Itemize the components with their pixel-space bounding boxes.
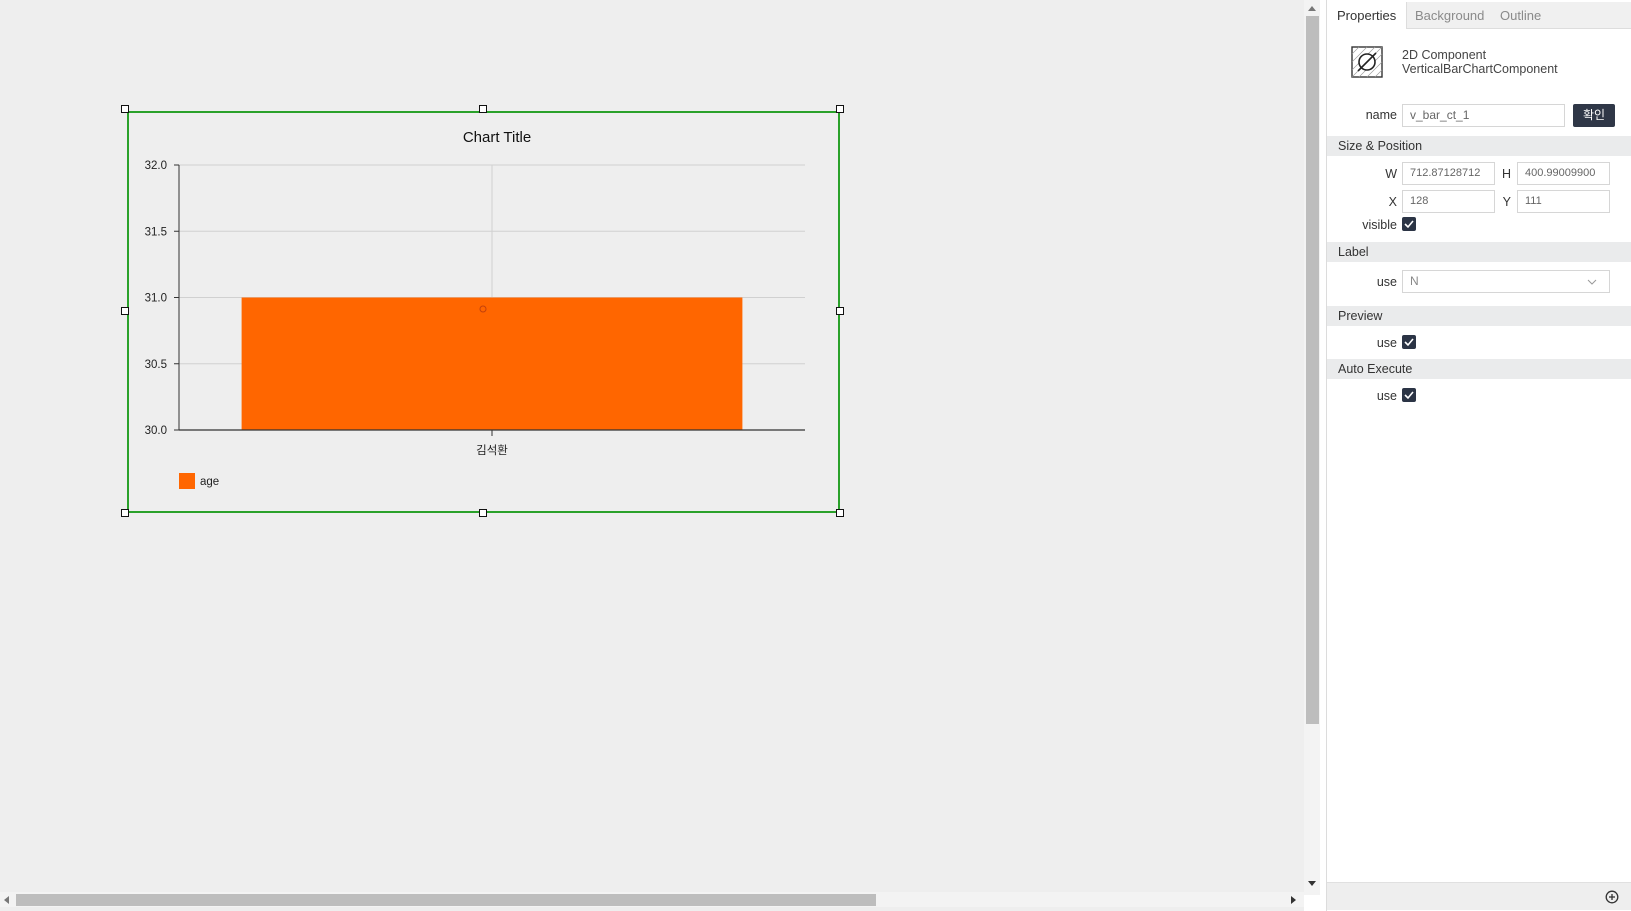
x-tick-label: 김석환: [476, 443, 508, 457]
bar: [241, 297, 743, 430]
preview-use-label: use: [1376, 336, 1397, 350]
y-input[interactable]: 111: [1517, 190, 1610, 213]
horizontal-scrollbar[interactable]: [0, 892, 1304, 907]
vertical-scrollbar[interactable]: [1304, 0, 1320, 895]
resize-handle-top-middle[interactable]: [479, 105, 487, 113]
resize-handle-bottom-left[interactable]: [121, 509, 129, 517]
properties-panel: Properties Background Outline 2D Compone…: [1326, 0, 1631, 911]
label-use-select[interactable]: N: [1402, 270, 1610, 293]
section-size-position: Size & Position: [1327, 136, 1631, 156]
label-use-label: use: [1376, 275, 1397, 289]
width-input[interactable]: 712.87128712: [1402, 162, 1495, 185]
component-icon: [1351, 46, 1383, 78]
check-icon: [1404, 220, 1414, 229]
section-preview: Preview: [1327, 306, 1631, 326]
add-circle-icon[interactable]: [1605, 890, 1619, 904]
x-label: X: [1388, 195, 1397, 209]
w-label: W: [1385, 167, 1397, 181]
confirm-button[interactable]: 확인: [1573, 104, 1615, 127]
resize-handle-middle-right[interactable]: [836, 307, 844, 315]
label-use-value: N: [1410, 274, 1419, 288]
tab-background[interactable]: Background: [1405, 2, 1494, 29]
resize-handle-middle-left[interactable]: [121, 307, 129, 315]
visible-label: visible: [1362, 218, 1397, 232]
check-icon: [1404, 338, 1414, 347]
horizontal-scroll-thumb[interactable]: [16, 894, 876, 906]
resize-handle-top-right[interactable]: [836, 105, 844, 113]
check-icon: [1404, 391, 1414, 400]
h-label: H: [1501, 167, 1511, 181]
resize-handle-top-left[interactable]: [121, 105, 129, 113]
scroll-right-arrow-icon[interactable]: [1291, 896, 1296, 904]
tab-properties[interactable]: Properties: [1327, 2, 1408, 29]
scroll-left-arrow-icon[interactable]: [4, 896, 9, 904]
scroll-up-arrow-icon[interactable]: [1308, 6, 1316, 11]
y-label: Y: [1502, 195, 1511, 209]
auto-execute-use-label: use: [1376, 389, 1397, 403]
section-auto-execute: Auto Execute: [1327, 359, 1631, 379]
panel-tabs: Properties Background Outline: [1327, 2, 1631, 29]
legend-label: age: [200, 476, 219, 488]
y-tick-label: 30.0: [145, 425, 167, 437]
resize-handle-bottom-right[interactable]: [836, 509, 844, 517]
y-tick-label: 31.0: [145, 293, 167, 305]
component-kind: 2D Component: [1402, 48, 1487, 62]
panel-footer: [1327, 882, 1631, 910]
tab-outline[interactable]: Outline: [1490, 2, 1551, 29]
x-input[interactable]: 128: [1402, 190, 1495, 213]
visible-checkbox[interactable]: [1402, 217, 1416, 231]
component-type: VerticalBarChartComponent: [1402, 62, 1558, 76]
vertical-scroll-thumb[interactable]: [1306, 16, 1319, 724]
preview-use-checkbox[interactable]: [1402, 335, 1416, 349]
height-input[interactable]: 400.99009900: [1517, 162, 1610, 185]
resize-handle-bottom-middle[interactable]: [479, 509, 487, 517]
section-label: Label: [1327, 242, 1631, 262]
auto-execute-use-checkbox[interactable]: [1402, 388, 1416, 402]
y-tick-label: 31.5: [145, 226, 167, 238]
canvas-stage[interactable]: Chart Title 32.0 31.5 31.0 30.5 30.0 김석환 age: [0, 0, 1304, 911]
name-label: name: [1365, 108, 1397, 122]
scroll-down-arrow-icon[interactable]: [1308, 881, 1316, 886]
chart-title: Chart Title: [463, 129, 531, 146]
name-input[interactable]: v_bar_ct_1: [1402, 104, 1565, 127]
y-tick-label: 30.5: [145, 359, 167, 371]
selected-chart-component[interactable]: Chart Title 32.0 31.5 31.0 30.5 30.0 김석환 age: [127, 111, 840, 513]
legend-swatch: [179, 473, 195, 489]
chevron-down-icon: [1587, 279, 1597, 285]
bar-chart: Chart Title 32.0 31.5 31.0 30.5 30.0 김석환 age: [145, 129, 805, 489]
y-tick-label: 32.0: [145, 160, 167, 172]
